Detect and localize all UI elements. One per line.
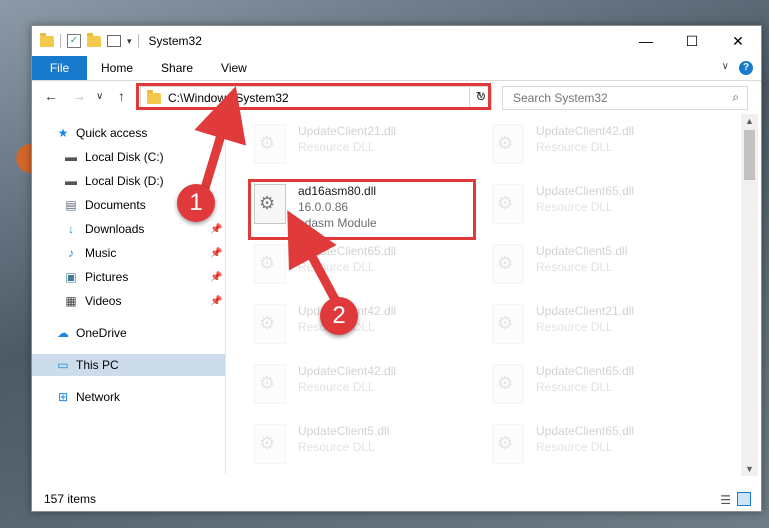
arrow-to-address	[194, 86, 247, 193]
annotation-arrows	[194, 86, 343, 310]
arrow-to-file	[287, 210, 343, 310]
step-2-badge: 2	[320, 297, 358, 335]
step-1-badge: 1	[177, 184, 215, 222]
